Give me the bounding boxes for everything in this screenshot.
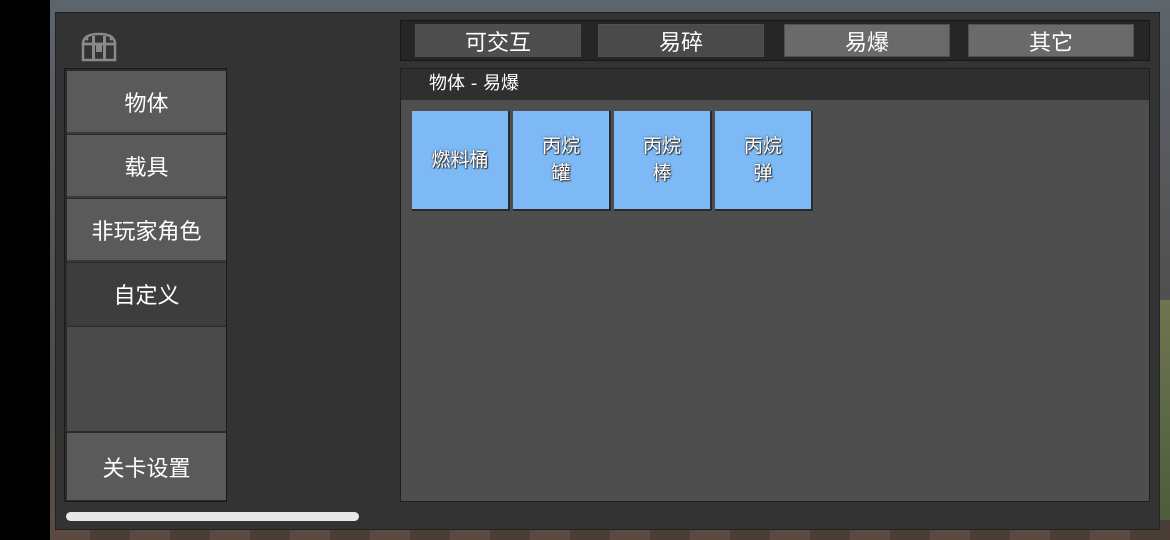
- treasure-chest-icon[interactable]: [80, 30, 118, 62]
- game-screen: 物体 载具 非玩家角色 自定义 关卡设置 可交互 易碎 易爆 其它 物体 - 易: [0, 0, 1170, 540]
- horizontal-scrollbar[interactable]: [66, 512, 359, 521]
- tab-label: 易爆: [844, 30, 889, 56]
- sidebar-item-custom[interactable]: 自定义: [67, 263, 226, 326]
- item-propane-stick[interactable]: 丙烷 棒: [614, 111, 712, 211]
- tab-interactive[interactable]: 可交互: [415, 24, 581, 57]
- sidebar-item-objects[interactable]: 物体: [67, 71, 226, 134]
- tab-label: 可交互: [464, 30, 531, 56]
- item-label: 燃料桶: [431, 148, 489, 171]
- tab-other[interactable]: 其它: [968, 24, 1134, 57]
- tab-fragile[interactable]: 易碎: [598, 24, 764, 57]
- item-propane-bomb[interactable]: 丙烷 弹: [715, 111, 813, 211]
- category-sidebar: 物体 载具 非玩家角色 自定义 关卡设置: [64, 68, 227, 502]
- level-settings-button[interactable]: 关卡设置: [67, 433, 226, 500]
- item-fuel-barrel[interactable]: 燃料桶: [412, 111, 510, 211]
- sidebar-item-vehicles[interactable]: 载具: [67, 135, 226, 198]
- tab-explosive[interactable]: 易爆: [784, 24, 950, 57]
- sidebar-item-label: 自定义: [113, 283, 180, 309]
- item-label: 丙烷 棒: [642, 135, 681, 184]
- sidebar-item-npc[interactable]: 非玩家角色: [67, 199, 226, 262]
- item-label: 丙烷 罐: [541, 135, 580, 184]
- sidebar-item-label: 非玩家角色: [91, 219, 202, 245]
- screen-letterbox: [0, 0, 50, 540]
- subcategory-tabs: 可交互 易碎 易爆 其它: [400, 20, 1150, 61]
- item-label: 丙烷 弹: [743, 135, 782, 184]
- sidebar-empty-area: [67, 327, 226, 431]
- sidebar-item-label: 载具: [124, 155, 169, 181]
- level-settings-label: 关卡设置: [102, 456, 191, 482]
- tab-label: 其它: [1028, 30, 1073, 56]
- item-grid-panel: 物体 - 易爆 燃料桶 丙烷 罐 丙烷 棒 丙烷 弹: [400, 68, 1150, 502]
- content-header: 物体 - 易爆: [401, 69, 1149, 100]
- sidebar-item-label: 物体: [124, 91, 169, 117]
- tab-label: 易碎: [658, 30, 703, 56]
- item-propane-tank[interactable]: 丙烷 罐: [513, 111, 611, 211]
